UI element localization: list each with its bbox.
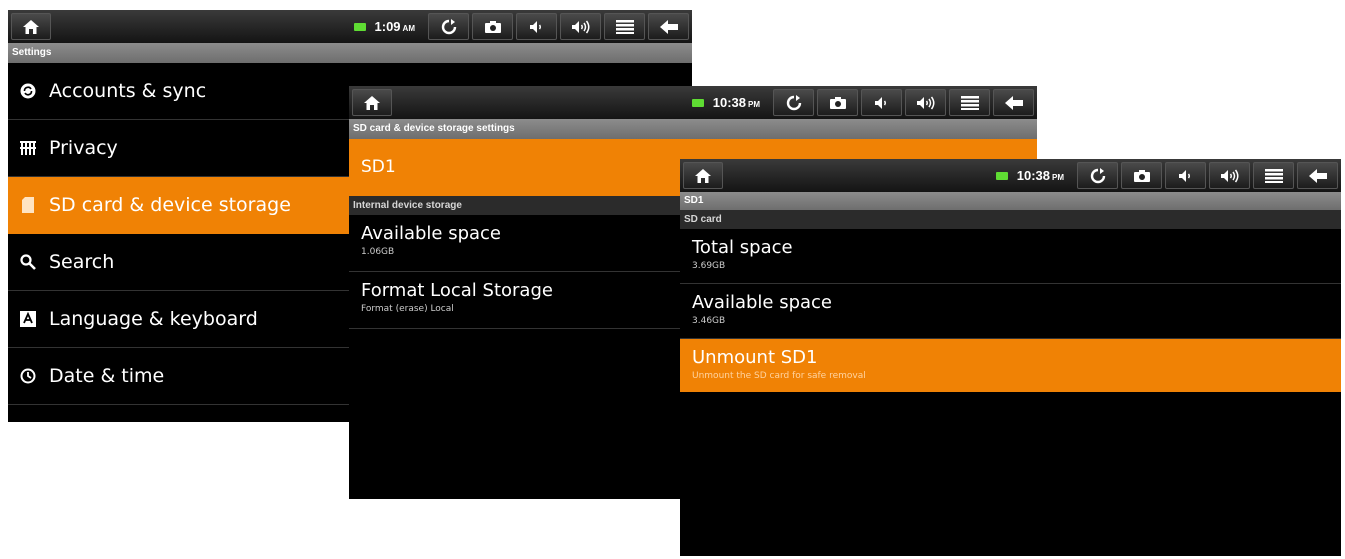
back-button[interactable] xyxy=(1297,162,1338,189)
clock-icon xyxy=(19,367,37,385)
settings-item-label: SD card & device storage xyxy=(49,194,291,216)
item-subtitle: Unmount the SD card for safe removal xyxy=(692,371,866,381)
back-arrow-icon xyxy=(659,19,678,34)
menu-icon xyxy=(960,95,979,110)
status-bar: 10:38 PM xyxy=(349,86,1037,119)
back-button[interactable] xyxy=(648,13,689,40)
home-icon xyxy=(695,168,711,183)
menu-button[interactable] xyxy=(949,89,990,116)
rotate-button[interactable] xyxy=(773,89,814,116)
volume-up-button[interactable] xyxy=(905,89,946,116)
rotate-icon xyxy=(441,18,456,34)
settings-item-label: Privacy xyxy=(49,137,118,159)
menu-icon xyxy=(1264,168,1283,183)
camera-icon xyxy=(1133,169,1150,182)
search-icon xyxy=(19,253,37,271)
sd1-label: SD1 xyxy=(361,157,396,177)
clock: 1:09 AM xyxy=(374,19,415,34)
settings-item-label: Language & keyboard xyxy=(49,308,258,330)
privacy-grid-icon xyxy=(19,139,37,157)
screenshot-button[interactable] xyxy=(472,13,513,40)
battery-icon xyxy=(353,22,366,31)
sd1-screen: 10:38PM SD1 SD card Total space 3.69GB xyxy=(680,159,1341,556)
volume-down-icon xyxy=(874,96,886,109)
volume-up-icon xyxy=(1220,169,1238,182)
volume-down-button[interactable] xyxy=(1165,162,1206,189)
home-icon xyxy=(364,95,380,110)
volume-up-button[interactable] xyxy=(1209,162,1250,189)
volume-down-button[interactable] xyxy=(516,13,557,40)
camera-icon xyxy=(484,20,501,33)
rotate-icon xyxy=(1090,167,1105,183)
back-button[interactable] xyxy=(993,89,1034,116)
page-title: SD card & device storage settings xyxy=(349,119,1037,139)
page-title: Settings xyxy=(8,43,692,63)
screenshot-button[interactable] xyxy=(1121,162,1162,189)
sync-circle-icon xyxy=(19,82,37,100)
unmount-sd1-item[interactable]: Unmount SD1 Unmount the SD card for safe… xyxy=(680,339,1341,392)
clock: 10:38 PM xyxy=(1016,168,1064,183)
back-arrow-icon xyxy=(1308,168,1327,183)
item-title: Available space xyxy=(692,292,833,313)
item-subtitle: 3.46GB xyxy=(692,316,726,326)
rotate-icon xyxy=(786,94,801,110)
home-button[interactable] xyxy=(683,162,723,189)
status-bar: 10:38 PM xyxy=(680,159,1341,192)
status-bar: 1:09 AM xyxy=(8,10,692,43)
volume-up-icon xyxy=(571,20,589,33)
language-icon xyxy=(19,310,37,328)
battery-icon xyxy=(691,98,704,107)
battery-icon xyxy=(995,171,1008,180)
item-title: Total space xyxy=(692,237,793,258)
rotate-button[interactable] xyxy=(428,13,469,40)
rotate-button[interactable] xyxy=(1077,162,1118,189)
item-subtitle: 3.69GB xyxy=(692,261,726,271)
total-space-item[interactable]: Total space 3.69GB xyxy=(680,229,1341,284)
volume-down-button[interactable] xyxy=(861,89,902,116)
home-button[interactable] xyxy=(11,13,51,40)
menu-button[interactable] xyxy=(604,13,645,40)
section-header: SD card xyxy=(680,210,1341,229)
settings-item-label: Search xyxy=(49,251,115,273)
camera-icon xyxy=(829,96,846,109)
available-space-item[interactable]: Available space 3.46GB xyxy=(680,284,1341,339)
screenshot-button[interactable] xyxy=(817,89,858,116)
sd-card-icon xyxy=(19,196,37,214)
home-icon xyxy=(23,19,39,34)
volume-up-button[interactable] xyxy=(560,13,601,40)
home-button[interactable] xyxy=(352,89,392,116)
settings-item-label: Date & time xyxy=(49,365,165,387)
menu-icon xyxy=(615,19,634,34)
settings-item-label: Accounts & sync xyxy=(49,80,207,102)
clock: 10:38 PM xyxy=(712,95,760,110)
volume-down-icon xyxy=(1178,169,1190,182)
back-arrow-icon xyxy=(1004,95,1023,110)
volume-down-icon xyxy=(529,20,541,33)
page-title: SD1 xyxy=(680,192,1341,210)
item-title: Unmount SD1 xyxy=(692,347,818,368)
menu-button[interactable] xyxy=(1253,162,1294,189)
volume-up-icon xyxy=(916,96,934,109)
